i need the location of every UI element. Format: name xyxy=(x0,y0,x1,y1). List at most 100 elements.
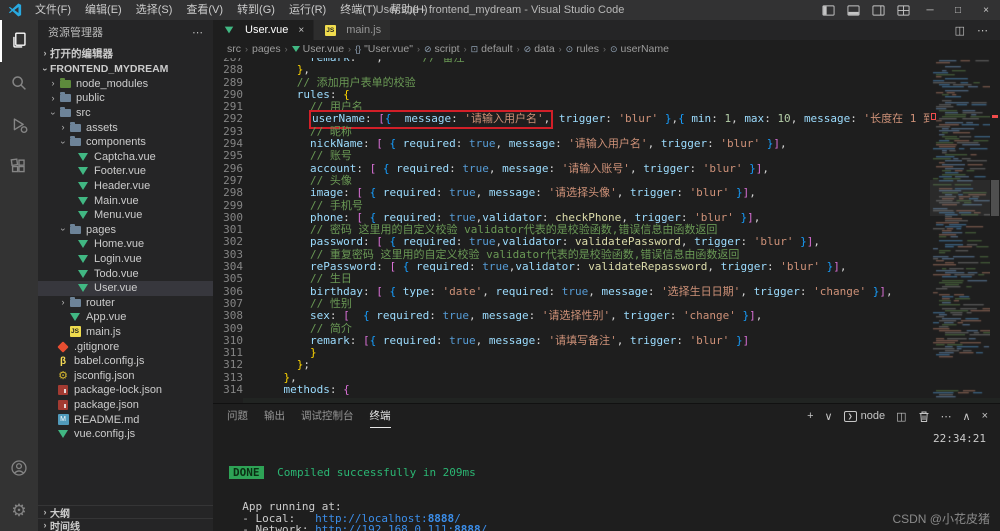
breadcrumb-item-rules[interactable]: ⊙rules xyxy=(566,43,599,55)
scrollbar-thumb[interactable] xyxy=(991,180,999,216)
breadcrumb-item-pages[interactable]: pages xyxy=(252,43,281,55)
explorer-icon[interactable] xyxy=(0,20,38,62)
account-icon[interactable] xyxy=(0,447,38,489)
line-number[interactable]: 312 xyxy=(213,359,243,371)
line-number[interactable]: 309 xyxy=(213,323,243,335)
tree-item-package-lock.json[interactable]: package-lock.json xyxy=(38,383,213,398)
tree-item-Login.vue[interactable]: Login.vue xyxy=(38,252,213,267)
terminal-link[interactable]: / xyxy=(481,523,488,531)
line-number[interactable]: 292 xyxy=(213,113,243,125)
panel-tab-输出[interactable]: 输出 xyxy=(264,404,285,428)
panel-tab-终端[interactable]: 终端 xyxy=(370,404,391,428)
breadcrumb-item-userName[interactable]: ⊙userName xyxy=(610,43,669,55)
code-line[interactable]: 310 remark: [{ required: true, message: … xyxy=(213,335,930,347)
line-number[interactable]: 314 xyxy=(213,384,243,396)
toggle-secondary-sidebar-icon[interactable] xyxy=(866,4,891,17)
tree-item-User.vue[interactable]: User.vue xyxy=(38,281,213,296)
tree-item-Home.vue[interactable]: Home.vue xyxy=(38,237,213,252)
split-editor-icon[interactable]: ◫ xyxy=(955,24,965,37)
search-icon[interactable] xyxy=(0,62,38,104)
line-number[interactable]: 295 xyxy=(213,150,243,162)
toggle-sidebar-icon[interactable] xyxy=(816,4,841,17)
tree-item-.gitignore[interactable]: .gitignore xyxy=(38,339,213,354)
menu-item-5[interactable]: 运行(R) xyxy=(282,0,333,20)
tree-item-package.json[interactable]: package.json xyxy=(38,398,213,413)
tree-item-README.md[interactable]: MREADME.md xyxy=(38,412,213,427)
tree-item-Header.vue[interactable]: Header.vue xyxy=(38,179,213,194)
code-editor[interactable]: 287 remark: '', // 备注288 },289 // 添加用户表单… xyxy=(213,58,930,403)
tree-item-Captcha.vue[interactable]: Captcha.vue xyxy=(38,150,213,165)
tree-item-Main.vue[interactable]: Main.vue xyxy=(38,193,213,208)
run-debug-icon[interactable] xyxy=(0,104,38,146)
new-terminal-icon[interactable]: + xyxy=(807,410,813,422)
line-number[interactable]: 308 xyxy=(213,310,243,322)
tree-item-label: node_modules xyxy=(76,78,148,90)
breadcrumb-item-default[interactable]: ⊡default xyxy=(471,43,513,55)
chevron-icon: › xyxy=(49,108,58,118)
breadcrumb-item-User.vue[interactable]: User.vue xyxy=(292,43,344,55)
tree-root-FRONTEND_MYDREAM[interactable]: ›FRONTEND_MYDREAM xyxy=(38,62,213,77)
line-number[interactable]: 288 xyxy=(213,64,243,76)
terminal-profile-node[interactable]: ❯node xyxy=(844,410,885,422)
tree-item-pages[interactable]: ›pages xyxy=(38,223,213,238)
line-number[interactable]: 298 xyxy=(213,187,243,199)
line-number[interactable]: 305 xyxy=(213,273,243,285)
tree-item-router[interactable]: ›router xyxy=(38,296,213,311)
menu-item-0[interactable]: 文件(F) xyxy=(28,0,78,20)
tab-main.js[interactable]: JSmain.js xyxy=(314,20,391,40)
close-button[interactable]: × xyxy=(972,0,1000,20)
tree-item-App.vue[interactable]: App.vue xyxy=(38,310,213,325)
kill-terminal-icon[interactable] xyxy=(918,410,930,423)
settings-gear-icon[interactable]: ⚙ xyxy=(0,489,38,531)
terminal-link[interactable]: 8888 xyxy=(454,523,481,531)
panel-more-icon[interactable]: ⋯ xyxy=(941,410,952,423)
line-number[interactable]: 299 xyxy=(213,200,243,212)
code-line[interactable]: 312 }; xyxy=(213,359,930,371)
terminal-dropdown-icon[interactable]: ∨ xyxy=(825,410,833,423)
tree-item-public[interactable]: ›public xyxy=(38,91,213,106)
tree-item-main.js[interactable]: JSmain.js xyxy=(38,325,213,340)
split-terminal-icon[interactable]: ◫ xyxy=(896,410,906,423)
tree-item-assets[interactable]: ›assets xyxy=(38,120,213,135)
toggle-panel-icon[interactable] xyxy=(841,4,866,17)
tree-item-Todo.vue[interactable]: Todo.vue xyxy=(38,266,213,281)
outline-section[interactable]: › 大纲 xyxy=(38,505,213,518)
tree-item-Footer.vue[interactable]: Footer.vue xyxy=(38,164,213,179)
menu-item-3[interactable]: 查看(V) xyxy=(179,0,230,20)
panel-tab-调试控制台[interactable]: 调试控制台 xyxy=(301,404,354,428)
breadcrumb-item-script[interactable]: ⊘script xyxy=(424,43,460,55)
menu-item-1[interactable]: 编辑(E) xyxy=(78,0,129,20)
tree-item-babel.config.js[interactable]: βbabel.config.js xyxy=(38,354,213,369)
terminal-link[interactable]: http://192.168.0.111: xyxy=(315,523,454,531)
terminal-line: - Network: http://192.168.0.111:8888/ xyxy=(229,524,1000,531)
line-number[interactable]: 302 xyxy=(213,236,243,248)
tree-item-components[interactable]: ›components xyxy=(38,135,213,150)
code-line[interactable]: 314 methods: { xyxy=(213,384,930,396)
tree-item-src[interactable]: ›src xyxy=(38,106,213,121)
tree-item-jsconfig.json[interactable]: ⚙jsconfig.json xyxy=(38,368,213,383)
breadcrumb-item-src[interactable]: src xyxy=(227,43,241,55)
extensions-icon[interactable] xyxy=(0,146,38,188)
tree-item-node_modules[interactable]: ›node_modules xyxy=(38,77,213,92)
close-panel-icon[interactable]: × xyxy=(982,410,988,422)
tree-item-vue.config.js[interactable]: vue.config.js xyxy=(38,427,213,442)
close-tab-icon[interactable]: × xyxy=(298,25,304,36)
menu-item-2[interactable]: 选择(S) xyxy=(129,0,180,20)
sidebar-more-icon[interactable]: ⋯ xyxy=(192,26,203,39)
more-actions-icon[interactable]: ⋯ xyxy=(977,24,988,37)
maximize-button[interactable]: □ xyxy=(944,0,972,20)
tab-User.vue[interactable]: User.vue× xyxy=(213,20,314,40)
breadcrumb-item-User.vue[interactable]: {}"User.vue" xyxy=(355,43,413,55)
breadcrumb-item-data[interactable]: ⊘data xyxy=(524,43,555,55)
minimap-slider[interactable] xyxy=(930,180,990,216)
customize-layout-icon[interactable] xyxy=(891,4,916,17)
tree-item-Menu.vue[interactable]: Menu.vue xyxy=(38,208,213,223)
panel-tab-问题[interactable]: 问题 xyxy=(227,404,248,428)
minimap[interactable] xyxy=(930,58,990,403)
code-line[interactable]: 311 } xyxy=(213,347,930,359)
maximize-panel-icon[interactable]: ∧ xyxy=(963,410,971,423)
minimize-button[interactable]: ─ xyxy=(916,0,944,20)
open-editors-section[interactable]: › 打开的编辑器 xyxy=(38,44,213,62)
menu-item-4[interactable]: 转到(G) xyxy=(230,0,282,20)
timeline-section[interactable]: › 时间线 xyxy=(38,518,213,531)
